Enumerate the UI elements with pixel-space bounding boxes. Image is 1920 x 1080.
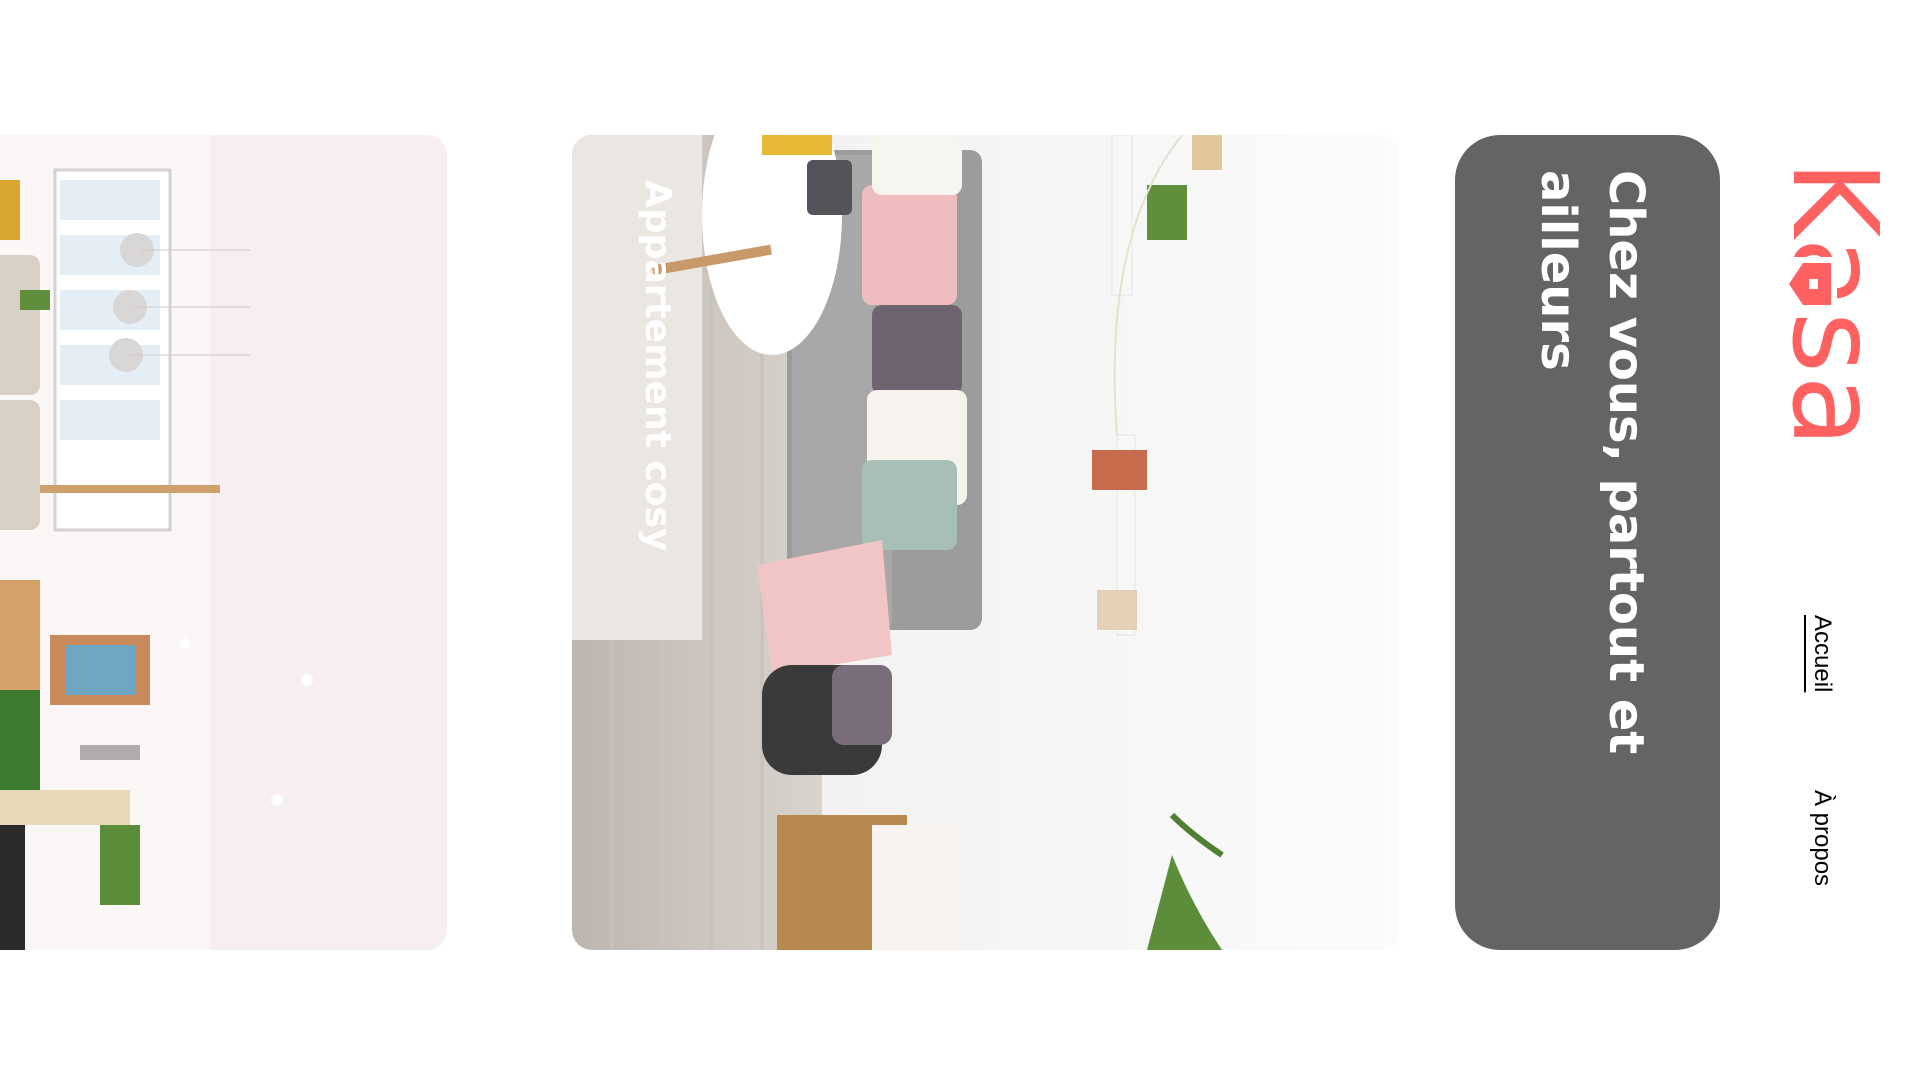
bright-apartment-photo <box>0 135 447 950</box>
banner-title: Chez vous, partout et ailleurs <box>1530 170 1654 755</box>
listing-title: Appartement cosy <box>637 180 678 552</box>
living-room-photo <box>572 135 1399 950</box>
logo[interactable]: Kasa <box>1766 160 1904 515</box>
listing-card[interactable]: Appartement cosy <box>572 135 1399 950</box>
nav-link-about[interactable]: À propos <box>1808 790 1836 886</box>
listing-card[interactable] <box>0 135 447 950</box>
house-icon <box>1783 257 1837 311</box>
nav-link-home[interactable]: Accueil <box>1808 615 1836 692</box>
